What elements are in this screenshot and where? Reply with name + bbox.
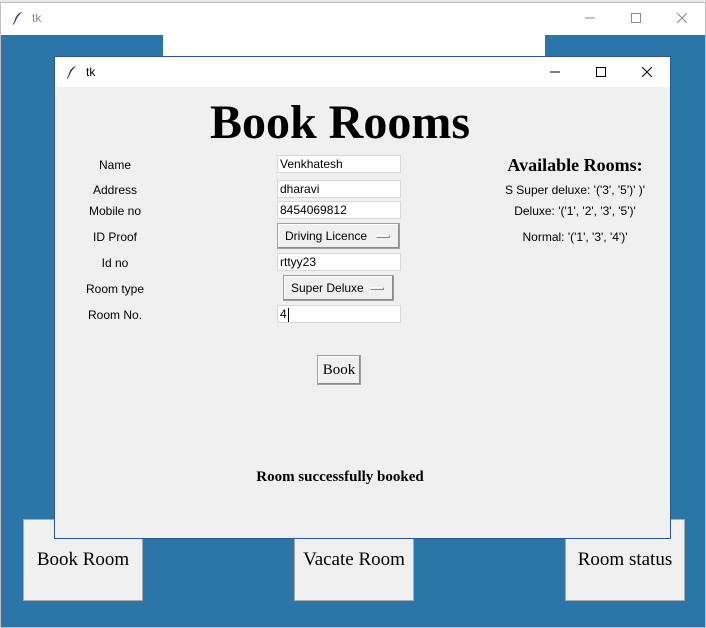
id-no-field[interactable]: rttyy23 (277, 253, 401, 271)
main-window-titlebar[interactable]: tk (1, 3, 705, 33)
room-no-label: Room No. (87, 308, 143, 322)
deluxe-availability: Deluxe: '('1', '2', '3', '5')' (514, 204, 636, 218)
room-type-dropdown[interactable]: Super Deluxe (283, 275, 394, 301)
status-message: Room successfully booked (256, 469, 424, 485)
minimize-button[interactable] (532, 57, 578, 87)
close-icon (677, 13, 687, 23)
book-button[interactable]: Book (317, 355, 361, 385)
minimize-button[interactable] (567, 3, 613, 33)
book-rooms-titlebar[interactable]: tk (55, 57, 670, 87)
room-no-value: 4 (280, 307, 287, 321)
feather-icon (64, 64, 80, 80)
feather-icon (10, 10, 26, 26)
book-rooms-title: tk (86, 65, 96, 79)
normal-availability: Normal: '('1', '3', '4')' (522, 230, 628, 244)
id-no-label: Id no (101, 256, 129, 270)
id-proof-selected: Driving Licence (285, 229, 368, 243)
mobile-field[interactable]: 8454069812 (277, 201, 401, 219)
address-field[interactable]: dharavi (277, 180, 401, 198)
text-cursor (287, 307, 289, 322)
minimize-icon (550, 71, 560, 73)
name-label: Name (98, 158, 131, 172)
maximize-button[interactable] (613, 3, 659, 33)
close-button[interactable] (624, 57, 670, 87)
book-rooms-window: tk Book Rooms Name Address Mobile no ID … (54, 56, 671, 539)
dropdown-indicator-icon (376, 235, 390, 238)
id-proof-dropdown[interactable]: Driving Licence (277, 223, 400, 249)
room-type-selected: Super Deluxe (291, 281, 364, 295)
maximize-icon (596, 67, 606, 77)
main-window-title: tk (32, 11, 42, 25)
room-no-field[interactable]: 4 (277, 305, 401, 323)
maximize-icon (631, 13, 641, 23)
dropdown-indicator-icon (370, 287, 384, 290)
address-label: Address (92, 183, 138, 197)
mobile-label: Mobile no (88, 204, 142, 218)
minimize-icon (585, 17, 595, 19)
super-deluxe-availability: S Super deluxe: '('3', '5')' )' (504, 183, 646, 197)
book-rooms-body: Book Rooms Name Address Mobile no ID Pro… (55, 87, 670, 538)
room-type-label: Room type (85, 282, 145, 296)
id-proof-label: ID Proof (92, 230, 137, 244)
name-field[interactable]: Venkhatesh (277, 155, 401, 173)
page-title: Book Rooms (209, 96, 471, 149)
available-rooms-title: Available Rooms: (507, 155, 643, 175)
close-button[interactable] (659, 3, 705, 33)
close-icon (642, 67, 652, 77)
maximize-button[interactable] (578, 57, 624, 87)
